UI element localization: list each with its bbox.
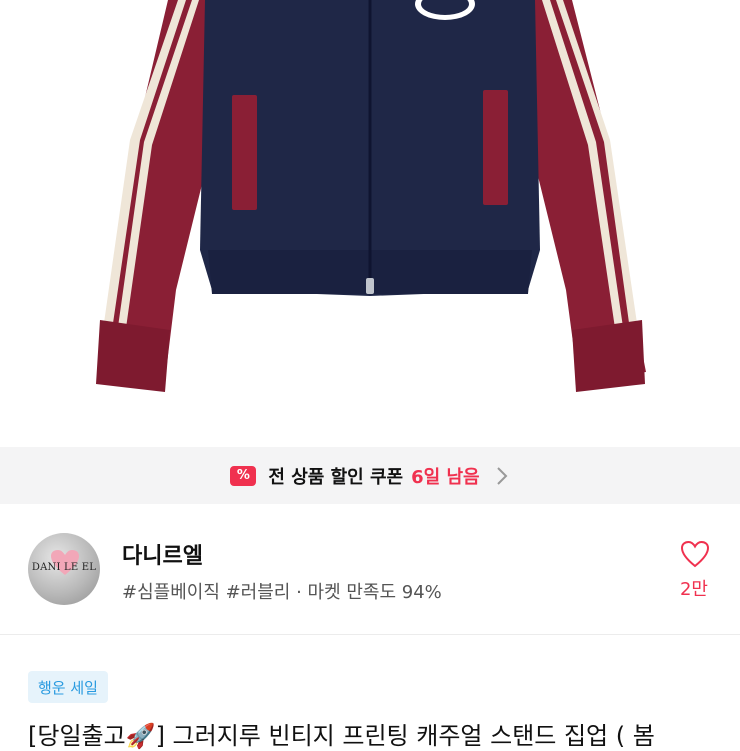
like-button[interactable] <box>672 540 718 572</box>
heart-outline-icon <box>680 540 710 568</box>
shop-name[interactable]: 다니르엘 <box>122 538 203 570</box>
like-count: 2만 <box>679 579 708 600</box>
sale-badge: 행운 세일 <box>28 671 108 703</box>
shop-tags: #심플베이직 #러블리 · 마켓 만족도 94% <box>122 582 442 603</box>
percent-coupon-icon: % <box>230 465 257 486</box>
coupon-text: 전 상품 할인 쿠폰 <box>268 466 404 488</box>
product-image[interactable] <box>0 0 740 447</box>
chevron-right-icon <box>496 466 508 485</box>
shop-avatar[interactable]: DANI LE EL <box>28 533 100 605</box>
shop-info-row[interactable] <box>0 504 740 635</box>
jacket-illustration <box>96 0 646 392</box>
product-title: [당일출고🚀] 그러지루 빈티지 프린팅 캐주얼 스탠드 집업 ( 봄 <box>28 722 655 750</box>
avatar-logo-text: DANI LE EL <box>31 562 97 573</box>
coupon-banner[interactable]: % 전 상품 할인 쿠폰 6일 남음 <box>0 447 740 504</box>
coupon-days-left: 6일 남음 <box>411 466 480 488</box>
